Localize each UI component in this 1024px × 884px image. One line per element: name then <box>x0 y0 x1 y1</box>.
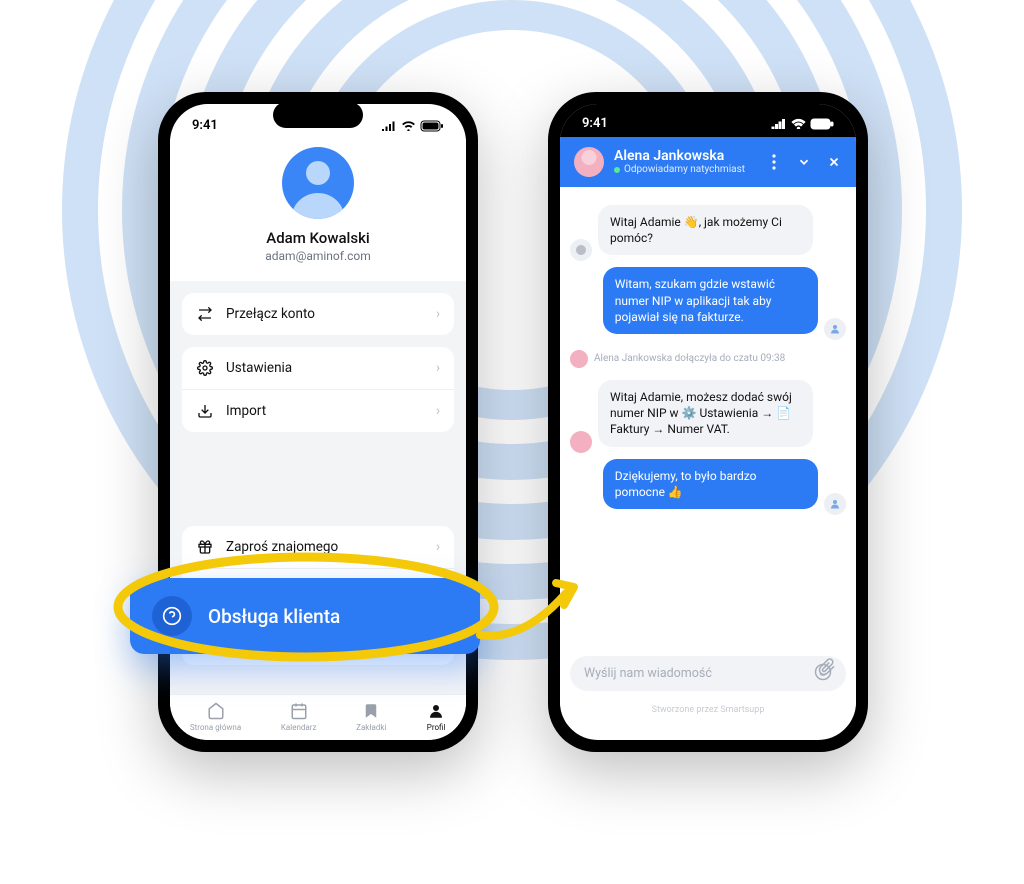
user-email: adam@aminof.com <box>170 249 466 263</box>
row-label: Ustawienia <box>226 360 292 376</box>
chevron-right-icon: › <box>436 306 440 322</box>
help-icon <box>152 596 192 636</box>
phone-chat: 9:41 Alena Jankowska Odpowiadamy natychm… <box>548 92 868 752</box>
notch <box>663 102 753 128</box>
agent-status: Odpowiadamy natychmiast <box>624 164 745 175</box>
more-icon[interactable] <box>766 154 782 170</box>
customer-support-button[interactable]: Obsługa klienta <box>130 578 480 654</box>
agent-name: Alena Jankowska <box>614 149 745 164</box>
battery-icon <box>420 120 444 132</box>
online-dot-icon <box>614 167 620 173</box>
close-icon[interactable] <box>826 154 842 170</box>
tab-label: Kalendarz <box>281 723 317 732</box>
battery-icon <box>810 118 834 130</box>
wifi-icon <box>401 120 416 131</box>
row-switch-account[interactable]: Przełącz konto › <box>182 293 454 335</box>
signal-icon <box>381 120 397 131</box>
home-icon <box>206 701 226 721</box>
row-label: Przełącz konto <box>226 306 315 322</box>
row-label: Import <box>226 403 266 419</box>
tab-calendar[interactable]: Kalendarz <box>281 701 317 732</box>
chat-footer: Stworzone przez Smartsupp <box>560 705 856 715</box>
chevron-right-icon: › <box>436 403 440 419</box>
user-avatar <box>824 318 846 340</box>
chevron-right-icon: › <box>436 539 440 555</box>
row-label: Zaproś znajomego <box>226 539 338 555</box>
tab-home[interactable]: Strona główna <box>190 701 241 732</box>
notch <box>273 102 363 128</box>
status-time: 9:41 <box>582 116 608 131</box>
user-icon <box>426 701 446 721</box>
chat-placeholder: Wyślij nam wiadomość <box>584 666 712 681</box>
gear-icon <box>196 359 214 377</box>
tab-bookmarks[interactable]: Zakładki <box>356 701 386 732</box>
agent-mini-avatar <box>570 350 588 368</box>
chat-message: Witam, szukam gdzie wstawić numer NIP w … <box>603 267 818 334</box>
system-message: Alena Jankowska dołączyła do czatu 09:38 <box>570 350 846 368</box>
chevron-down-icon[interactable] <box>796 154 812 170</box>
agent-mini-avatar <box>570 431 592 453</box>
chevron-right-icon: › <box>436 360 440 376</box>
attach-icon[interactable] <box>818 658 836 679</box>
wifi-icon <box>791 118 806 129</box>
status-time: 9:41 <box>192 118 218 133</box>
tab-label: Zakładki <box>356 723 386 732</box>
calendar-icon <box>289 701 309 721</box>
bookmark-icon <box>361 701 381 721</box>
tab-profile[interactable]: Profil <box>426 701 446 732</box>
chat-header: Alena Jankowska Odpowiadamy natychmiast <box>560 137 856 187</box>
profile-header: Adam Kowalski adam@aminof.com <box>170 139 466 281</box>
chat-input[interactable]: Wyślij nam wiadomość <box>570 656 846 691</box>
switch-icon <box>196 305 214 323</box>
avatar[interactable] <box>282 147 354 219</box>
agent-avatar[interactable] <box>574 147 604 177</box>
tab-bar: Strona główna Kalendarz Zakładki Profil <box>170 694 466 740</box>
tab-label: Profil <box>427 723 446 732</box>
chat-body[interactable]: Witaj Adamie 👋, jak możemy Ci pomóc? Wit… <box>560 187 856 725</box>
user-avatar <box>824 493 846 515</box>
signal-icon <box>771 118 787 129</box>
chat-message: Dziękujemy, to było bardzo pomocne 👍 <box>603 459 818 509</box>
row-import[interactable]: Import › <box>182 389 454 432</box>
row-settings[interactable]: Ustawienia › <box>182 347 454 389</box>
gift-icon <box>196 538 214 556</box>
user-name: Adam Kowalski <box>170 229 466 247</box>
row-invite[interactable]: Zaproś znajomego › <box>182 526 454 568</box>
cta-label: Obsługa klienta <box>208 605 340 628</box>
chat-message: Witaj Adamie, możesz dodać swój numer NI… <box>598 380 813 447</box>
download-icon <box>196 402 214 420</box>
tab-label: Strona główna <box>190 723 241 732</box>
bot-avatar <box>570 239 592 261</box>
chat-message: Witaj Adamie 👋, jak możemy Ci pomóc? <box>598 205 813 255</box>
